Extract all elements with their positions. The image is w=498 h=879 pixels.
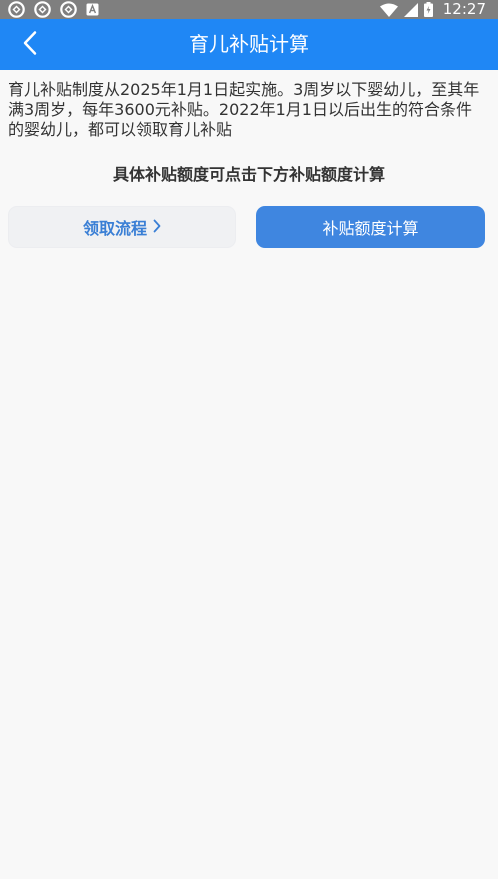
status-left-icons <box>8 1 99 18</box>
battery-icon <box>423 2 433 17</box>
subsidy-calc-label: 补贴额度计算 <box>322 219 419 238</box>
app-header: 育儿补贴计算 <box>0 19 498 70</box>
status-time: 12:27 <box>442 0 486 18</box>
keyboard-a-icon <box>86 3 99 16</box>
status-right-icons: 12:27 <box>379 0 486 19</box>
status-bar: 12:27 <box>0 0 498 19</box>
sync-icon <box>8 1 25 18</box>
claim-process-button[interactable]: 领取流程 <box>8 206 236 248</box>
sync-icon <box>34 1 51 18</box>
wifi-icon <box>379 3 398 17</box>
intro-text: 育儿补贴制度从2025年1月1日起实施。3周岁以下婴幼儿，至其年满3周岁，每年3… <box>8 80 480 139</box>
signal-icon <box>403 2 418 17</box>
chevron-right-icon <box>153 218 161 237</box>
calc-hint-text: 具体补贴额度可点击下方补贴额度计算 <box>112 165 385 184</box>
claim-process-label: 领取流程 <box>82 219 147 238</box>
sync-icon <box>60 1 77 18</box>
page-title: 育儿补贴计算 <box>189 32 309 56</box>
subsidy-calc-button[interactable]: 补贴额度计算 <box>256 206 485 248</box>
